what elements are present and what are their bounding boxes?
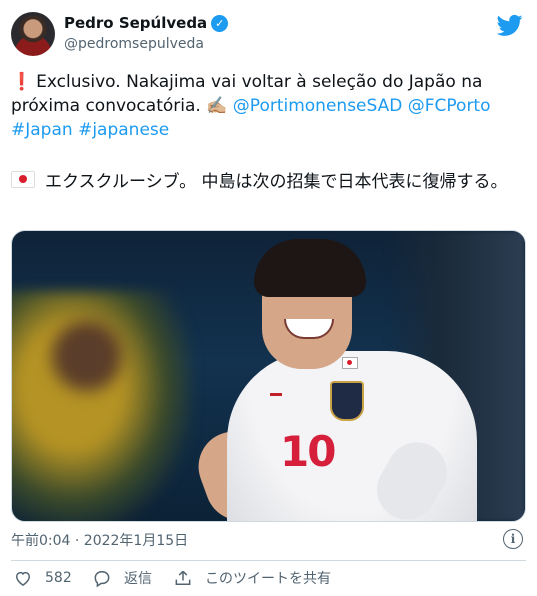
player-hair xyxy=(254,239,366,297)
twitter-bird-icon[interactable] xyxy=(497,12,523,38)
like-count: 582 xyxy=(45,570,72,586)
adidas-logo-icon xyxy=(270,383,282,396)
shirt-number: 10 xyxy=(280,427,336,476)
reply-label: 返信 xyxy=(124,571,152,587)
tweet-text-japanese: エクスクルーシブ。 中島は次の招集で日本代表に復帰する。 xyxy=(11,170,526,194)
tweet-line2: エクスクルーシブ。 中島は次の招集で日本代表に復帰する。 xyxy=(45,172,508,192)
info-icon[interactable]: i xyxy=(503,529,523,549)
shirt-flag-icon xyxy=(342,357,358,369)
avatar[interactable] xyxy=(11,12,55,56)
hashtag-japanese[interactable]: #japanese xyxy=(78,120,169,140)
share-button[interactable]: このツイートを共有 xyxy=(173,568,331,588)
mention-portimonense[interactable]: @PortimonenseSAD xyxy=(233,96,403,116)
tweet-card: Pedro Sepúlveda ✓ @pedromsepulveda ❗ Excl… xyxy=(0,0,537,596)
jfa-crest-icon xyxy=(330,381,364,421)
reply-button[interactable]: 返信 xyxy=(92,568,152,588)
reply-bubble-icon xyxy=(94,571,110,588)
tweet-photo[interactable]: 10 xyxy=(11,230,526,522)
tweet-timestamp[interactable]: 午前0:04 · 2022年1月15日 xyxy=(11,530,188,550)
player-shirt xyxy=(227,351,477,521)
share-icon xyxy=(175,570,191,585)
japan-flag-icon xyxy=(11,171,35,188)
background-head-blur xyxy=(52,321,122,391)
writing-hand-icon: ✍🏼 xyxy=(206,96,228,116)
author-name-row[interactable]: Pedro Sepúlveda ✓ xyxy=(64,14,229,32)
like-button[interactable]: 582 xyxy=(13,568,72,588)
divider xyxy=(11,560,526,561)
mention-fcporto[interactable]: @FCPorto xyxy=(408,96,491,116)
verified-badge-icon: ✓ xyxy=(211,14,229,32)
hashtag-japan[interactable]: #Japan xyxy=(11,120,73,140)
tweet-text: ❗ Exclusivo. Nakajima vai voltar à seleçã… xyxy=(11,70,526,142)
exclamation-icon: ❗ xyxy=(11,72,33,92)
share-label: このツイートを共有 xyxy=(205,571,331,587)
author-handle[interactable]: @pedromsepulveda xyxy=(64,36,204,52)
heart-icon xyxy=(15,571,31,586)
author-display-name[interactable]: Pedro Sepúlveda xyxy=(64,14,207,32)
